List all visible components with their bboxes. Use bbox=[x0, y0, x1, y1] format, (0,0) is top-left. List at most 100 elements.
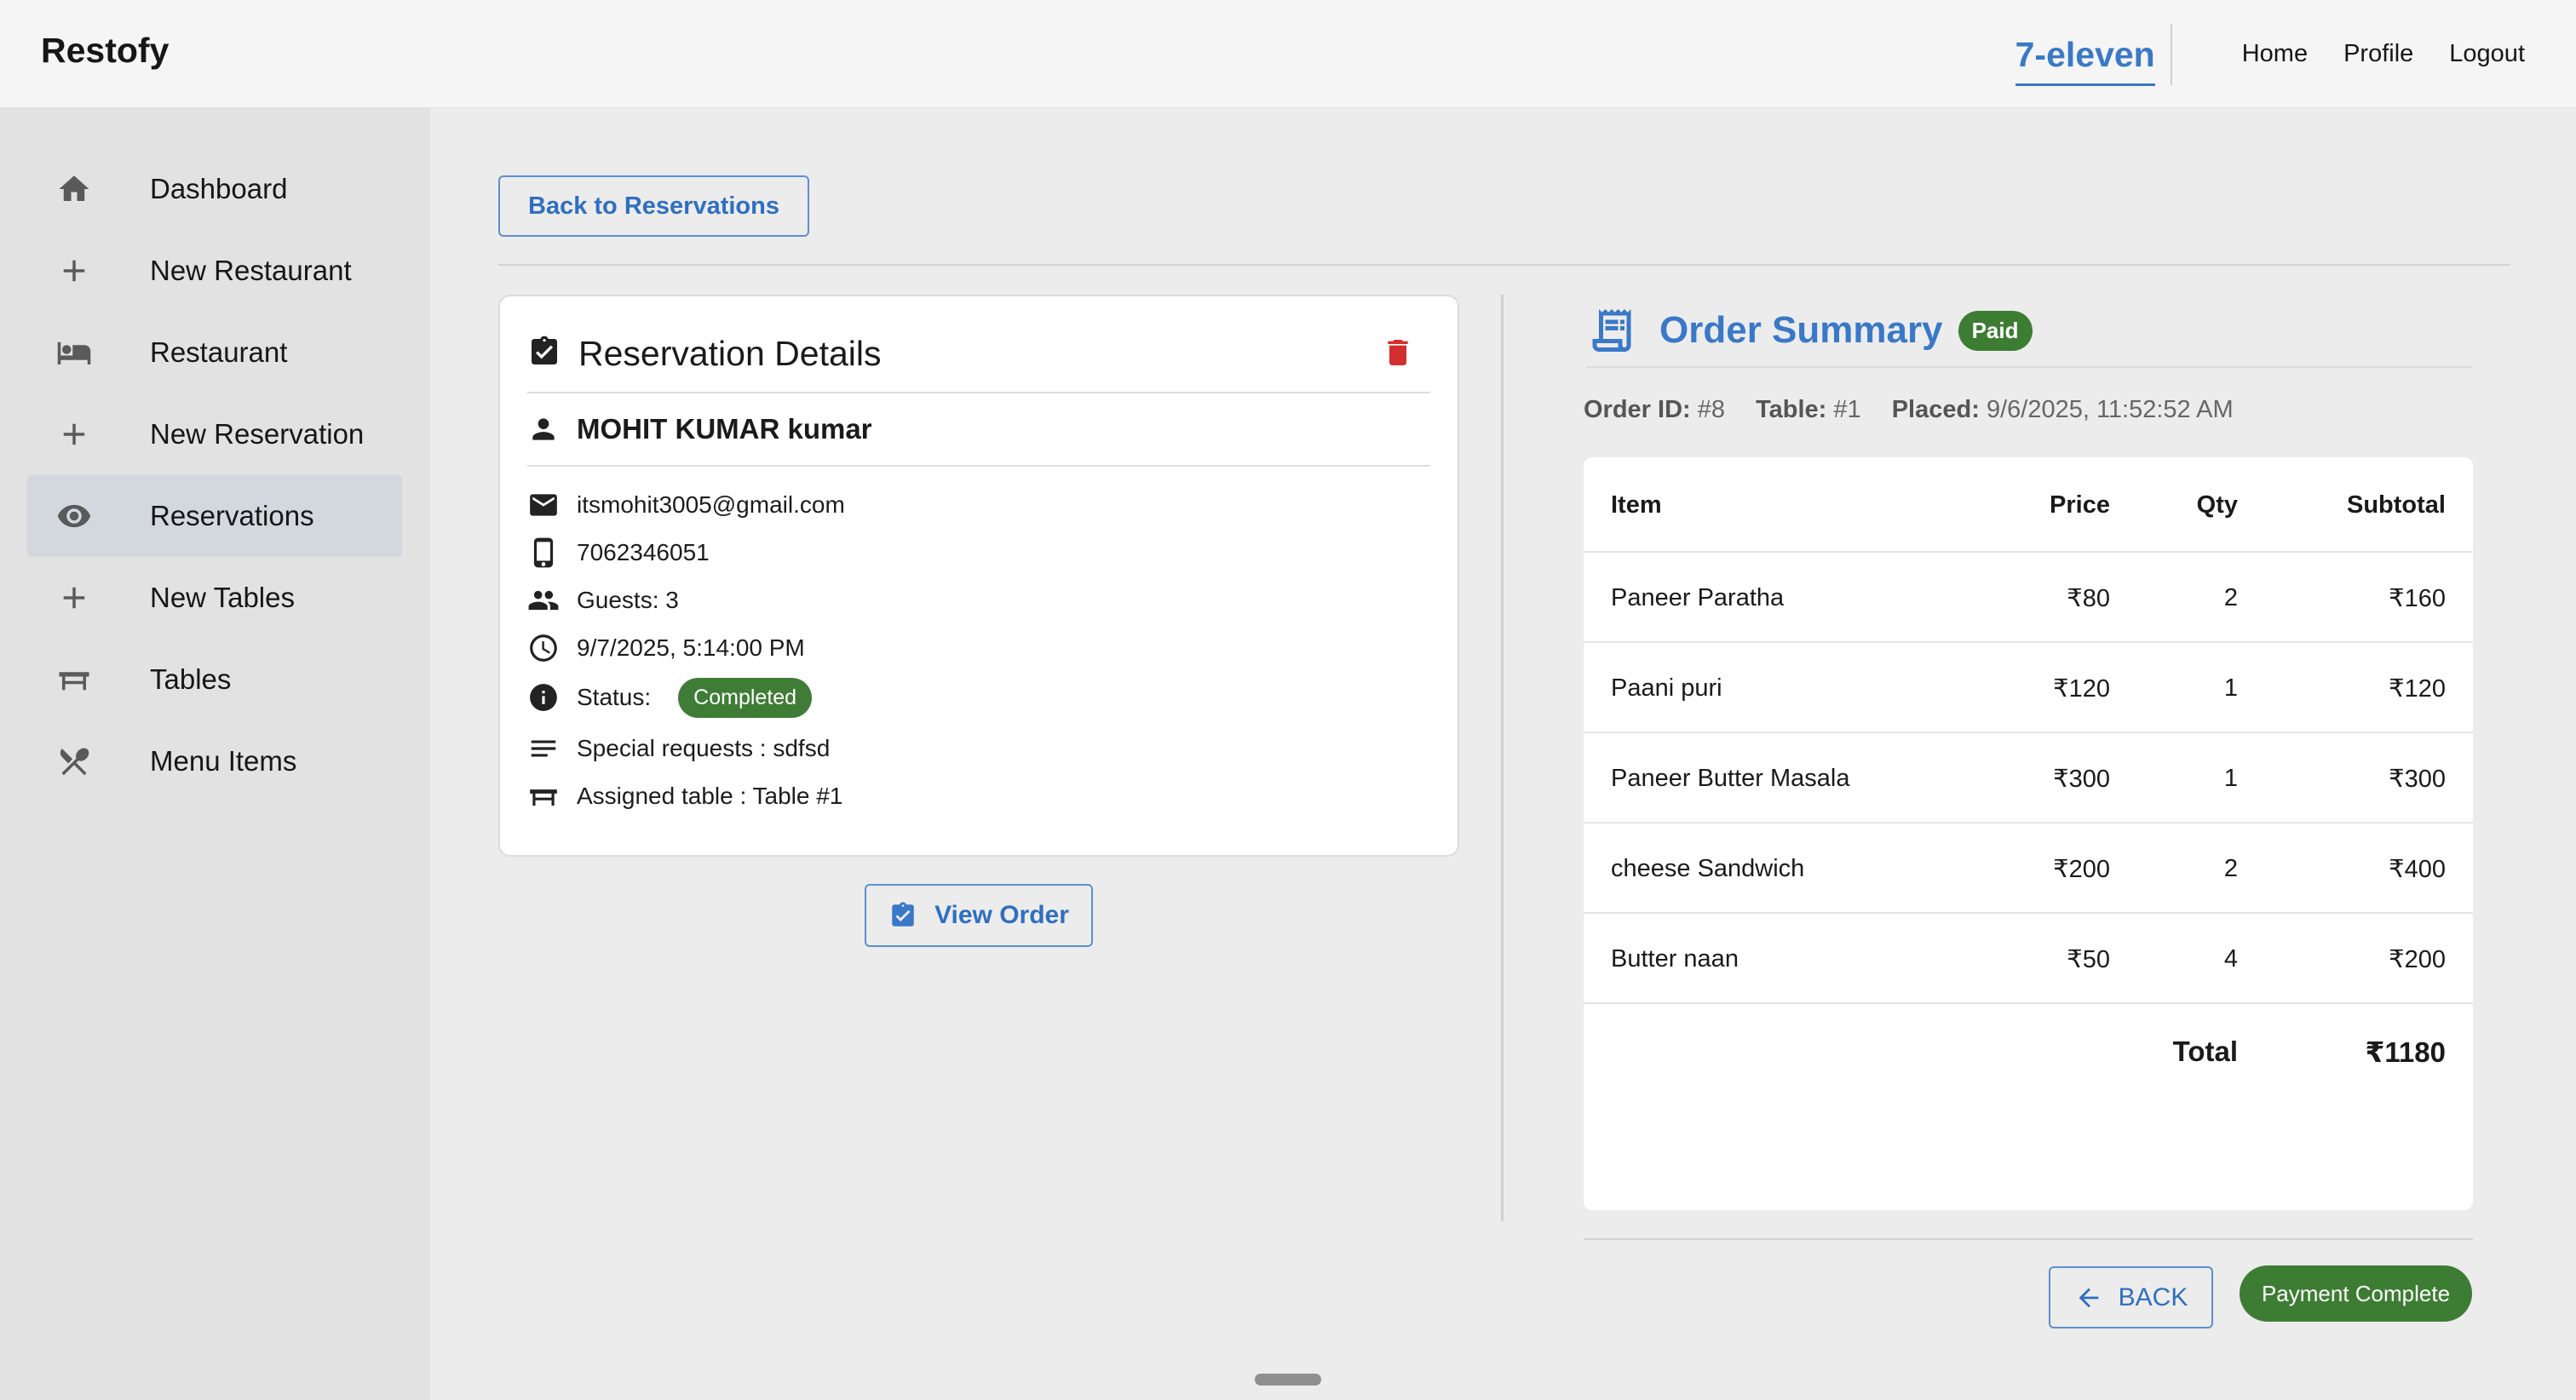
total-row: Total ₹1180 bbox=[1584, 1004, 2473, 1099]
restaurant-name-link[interactable]: 7-eleven bbox=[2015, 35, 2155, 86]
back-to-reservations-button[interactable]: Back to Reservations bbox=[498, 175, 809, 237]
vertical-divider bbox=[1501, 295, 1504, 1221]
item-name: cheese Sandwich bbox=[1611, 854, 1805, 882]
datetime-row: 9/7/2025, 5:14:00 PM bbox=[527, 629, 805, 667]
sidebar-item-new-tables[interactable]: New Tables bbox=[27, 557, 402, 639]
order-summary-title: Order Summary bbox=[1659, 309, 1943, 351]
info-icon bbox=[530, 684, 557, 711]
drag-handle[interactable] bbox=[1255, 1374, 1321, 1386]
nav-profile-link[interactable]: Profile bbox=[2343, 40, 2413, 68]
plus-icon bbox=[27, 580, 121, 616]
payment-complete-button[interactable]: Payment Complete bbox=[2240, 1265, 2472, 1322]
nav-right: 7-eleven Home Profile Logout bbox=[2015, 0, 2525, 108]
column-header-qty: Qty bbox=[2196, 491, 2238, 519]
clock-icon bbox=[530, 634, 557, 662]
nav-logout-link[interactable]: Logout bbox=[2449, 40, 2525, 68]
guests-row: Guests: 3 bbox=[527, 582, 679, 619]
arrow-left-icon bbox=[2079, 1288, 2098, 1307]
table-header-row: Item Price Qty Subtotal bbox=[1584, 457, 2473, 553]
item-qty: 4 bbox=[2223, 944, 2238, 973]
status-badge: Completed bbox=[678, 677, 813, 718]
item-qty: 2 bbox=[2223, 854, 2238, 882]
guest-count: Guests: 3 bbox=[577, 587, 679, 613]
table-icon bbox=[530, 789, 557, 806]
order-items-table: Item Price Qty Subtotal Paneer Paratha ₹… bbox=[1584, 457, 2473, 1210]
payment-status-badge: Paid bbox=[1958, 310, 2033, 351]
delete-icon[interactable] bbox=[1381, 336, 1415, 374]
table-icon bbox=[27, 662, 121, 697]
placed-label: Placed: bbox=[1891, 396, 1980, 423]
item-subtotal: ₹400 bbox=[2389, 855, 2446, 883]
notes-icon bbox=[531, 740, 556, 757]
item-name: Butter naan bbox=[1611, 944, 1739, 973]
sidebar-item-new-reservation[interactable]: New Reservation bbox=[27, 393, 402, 475]
sidebar-item-label: Tables bbox=[150, 663, 232, 695]
assignment-check-icon bbox=[892, 902, 914, 927]
main-content: Back to Reservations Reservation Details… bbox=[430, 108, 2576, 1400]
item-subtotal: ₹200 bbox=[2389, 945, 2446, 973]
reservation-details-card: Reservation Details MOHIT KUMAR kumar it… bbox=[498, 295, 1459, 857]
item-subtotal: ₹160 bbox=[2389, 584, 2446, 612]
view-order-label: View Order bbox=[934, 901, 1069, 929]
guest-phone: 7062346051 bbox=[577, 539, 710, 565]
item-name: Paani puri bbox=[1611, 674, 1722, 702]
sidebar-item-tables[interactable]: Tables bbox=[27, 639, 402, 720]
column-header-item: Item bbox=[1611, 491, 1662, 519]
nav-divider bbox=[2170, 23, 2172, 85]
assignment-check-icon bbox=[527, 335, 561, 373]
guest-name: MOHIT KUMAR kumar bbox=[577, 413, 872, 445]
back-button[interactable]: BACK bbox=[2049, 1266, 2213, 1328]
item-subtotal: ₹120 bbox=[2389, 674, 2446, 703]
item-qty: 1 bbox=[2223, 764, 2238, 792]
item-qty: 1 bbox=[2223, 674, 2238, 702]
receipt-icon bbox=[1592, 309, 1631, 352]
sidebar-item-label: New Reservation bbox=[150, 418, 365, 450]
table-row: Paani puri ₹120 1 ₹120 bbox=[1584, 643, 2473, 733]
divider bbox=[1584, 1238, 2473, 1240]
order-meta: Order ID: #8 Table: #1 Placed: 9/6/2025,… bbox=[1584, 396, 2234, 424]
person-icon bbox=[532, 418, 555, 440]
reservation-card-header: Reservation Details bbox=[527, 325, 1430, 393]
item-subtotal: ₹300 bbox=[2389, 765, 2446, 793]
sidebar-item-label: New Tables bbox=[150, 582, 295, 613]
sidebar-item-restaurant[interactable]: Restaurant bbox=[27, 312, 402, 393]
item-name: Paneer Paratha bbox=[1611, 583, 1785, 611]
nav-home-link[interactable]: Home bbox=[2242, 40, 2308, 68]
item-name: Paneer Butter Masala bbox=[1611, 764, 1850, 792]
guest-name-row: MOHIT KUMAR kumar bbox=[527, 393, 1430, 467]
order-summary-header: Order Summary Paid bbox=[1586, 295, 2472, 368]
column-header-subtotal: Subtotal bbox=[2347, 491, 2446, 519]
order-id-label: Order ID: bbox=[1584, 396, 1691, 423]
sidebar-item-label: New Restaurant bbox=[150, 255, 352, 286]
mail-icon bbox=[530, 494, 557, 516]
home-icon bbox=[27, 171, 121, 207]
sidebar-item-menu-items[interactable]: Menu Items bbox=[27, 720, 402, 802]
item-qty: 2 bbox=[2223, 583, 2238, 611]
assigned-table: Assigned table : Table #1 bbox=[577, 783, 843, 809]
phone-icon bbox=[533, 537, 554, 568]
view-order-button[interactable]: View Order bbox=[865, 884, 1093, 947]
utensils-icon bbox=[27, 743, 121, 779]
sidebar: Dashboard New Restaurant Restaurant New … bbox=[0, 108, 430, 1400]
order-placed-time: 9/6/2025, 11:52:52 AM bbox=[1986, 396, 2234, 423]
sidebar-item-new-restaurant[interactable]: New Restaurant bbox=[27, 230, 402, 312]
table-label: Table: bbox=[1756, 396, 1827, 423]
sidebar-item-label: Menu Items bbox=[150, 745, 297, 777]
phone-row: 7062346051 bbox=[527, 534, 710, 571]
sidebar-item-reservations[interactable]: Reservations bbox=[27, 475, 402, 557]
divider bbox=[498, 264, 2510, 266]
back-label: BACK bbox=[2118, 1282, 2188, 1311]
item-price: ₹200 bbox=[2053, 855, 2110, 883]
sidebar-item-label: Reservations bbox=[150, 500, 314, 531]
guest-email: itsmohit3005@gmail.com bbox=[577, 491, 845, 518]
people-icon bbox=[528, 590, 559, 611]
item-price: ₹120 bbox=[2053, 674, 2110, 703]
eye-icon bbox=[27, 498, 121, 534]
sidebar-item-dashboard[interactable]: Dashboard bbox=[27, 148, 402, 230]
table-row: Paneer Paratha ₹80 2 ₹160 bbox=[1584, 553, 2473, 643]
plus-icon bbox=[27, 253, 121, 289]
email-row: itsmohit3005@gmail.com bbox=[527, 486, 845, 524]
reservation-card-title: Reservation Details bbox=[578, 333, 882, 373]
brand-logo[interactable]: Restofy bbox=[41, 31, 169, 71]
table-row: Paneer Butter Masala ₹300 1 ₹300 bbox=[1584, 733, 2473, 823]
